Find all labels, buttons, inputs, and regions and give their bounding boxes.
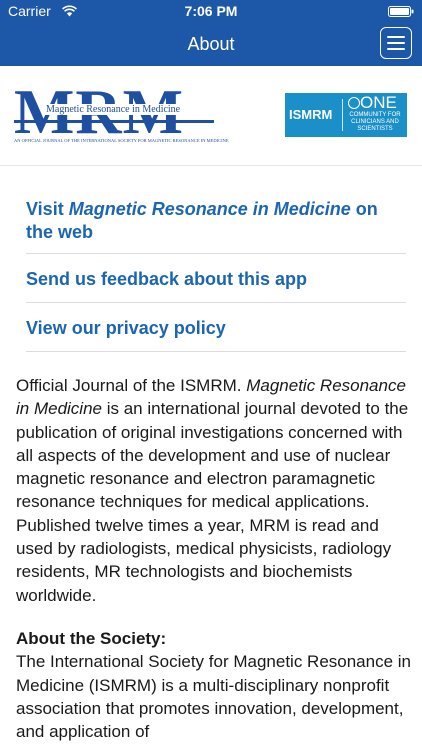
ismrm-logo-name: ISMRM	[289, 107, 333, 122]
privacy-policy-link[interactable]: View our privacy policy	[26, 303, 406, 352]
mrm-logo-tagline: AN OFFICIAL JOURNAL OF THE INTERNATIONAL…	[14, 138, 229, 143]
globe-icon	[348, 97, 360, 109]
mrm-logo-bar	[14, 120, 214, 123]
navigation-bar: About	[0, 22, 422, 66]
mrm-journal-logo: MRM Magnetic Resonance in Medicine AN OF…	[14, 80, 229, 160]
feedback-link[interactable]: Send us feedback about this app	[26, 254, 406, 303]
ismrm-logo: ISMRM ONE COMMUNITY FOR CLINICIANS AND S…	[285, 93, 407, 137]
description-start: Official Journal of the ISMRM.	[16, 376, 247, 395]
menu-line-icon	[387, 36, 405, 38]
menu-line-icon	[387, 42, 405, 44]
visit-journal-link[interactable]: Visit Magnetic Resonance in Medicine on …	[26, 190, 406, 254]
about-content: Official Journal of the ISMRM. Magnetic …	[16, 374, 412, 743]
visit-link-prefix: Visit	[26, 199, 69, 219]
status-time: 7:06 PM	[184, 3, 238, 19]
ismrm-logo-divider	[342, 99, 343, 131]
status-bar: Carrier 7:06 PM	[0, 0, 422, 22]
battery-icon	[388, 6, 414, 17]
society-description: The International Society for Magnetic R…	[16, 652, 412, 742]
menu-line-icon	[387, 48, 405, 50]
description-rest: is an international journal devoted to t…	[16, 399, 409, 605]
page-title: About	[187, 34, 235, 54]
ismrm-logo-one: ONE	[360, 93, 397, 112]
visit-link-journal: Magnetic Resonance in Medicine	[68, 199, 351, 219]
society-heading: About the Society:	[16, 628, 167, 648]
mrm-logo-journal-name: Magnetic Resonance in Medicine	[44, 104, 183, 115]
link-list: Visit Magnetic Resonance in Medicine on …	[0, 190, 422, 352]
ismrm-logo-tagline: COMMUNITY FOR CLINICIANS AND SCIENTISTS	[349, 112, 401, 132]
hamburger-menu-icon[interactable]	[380, 27, 412, 59]
top-bar: Carrier 7:06 PM About	[0, 0, 422, 66]
journal-description: Official Journal of the ISMRM. Magnetic …	[16, 374, 412, 607]
